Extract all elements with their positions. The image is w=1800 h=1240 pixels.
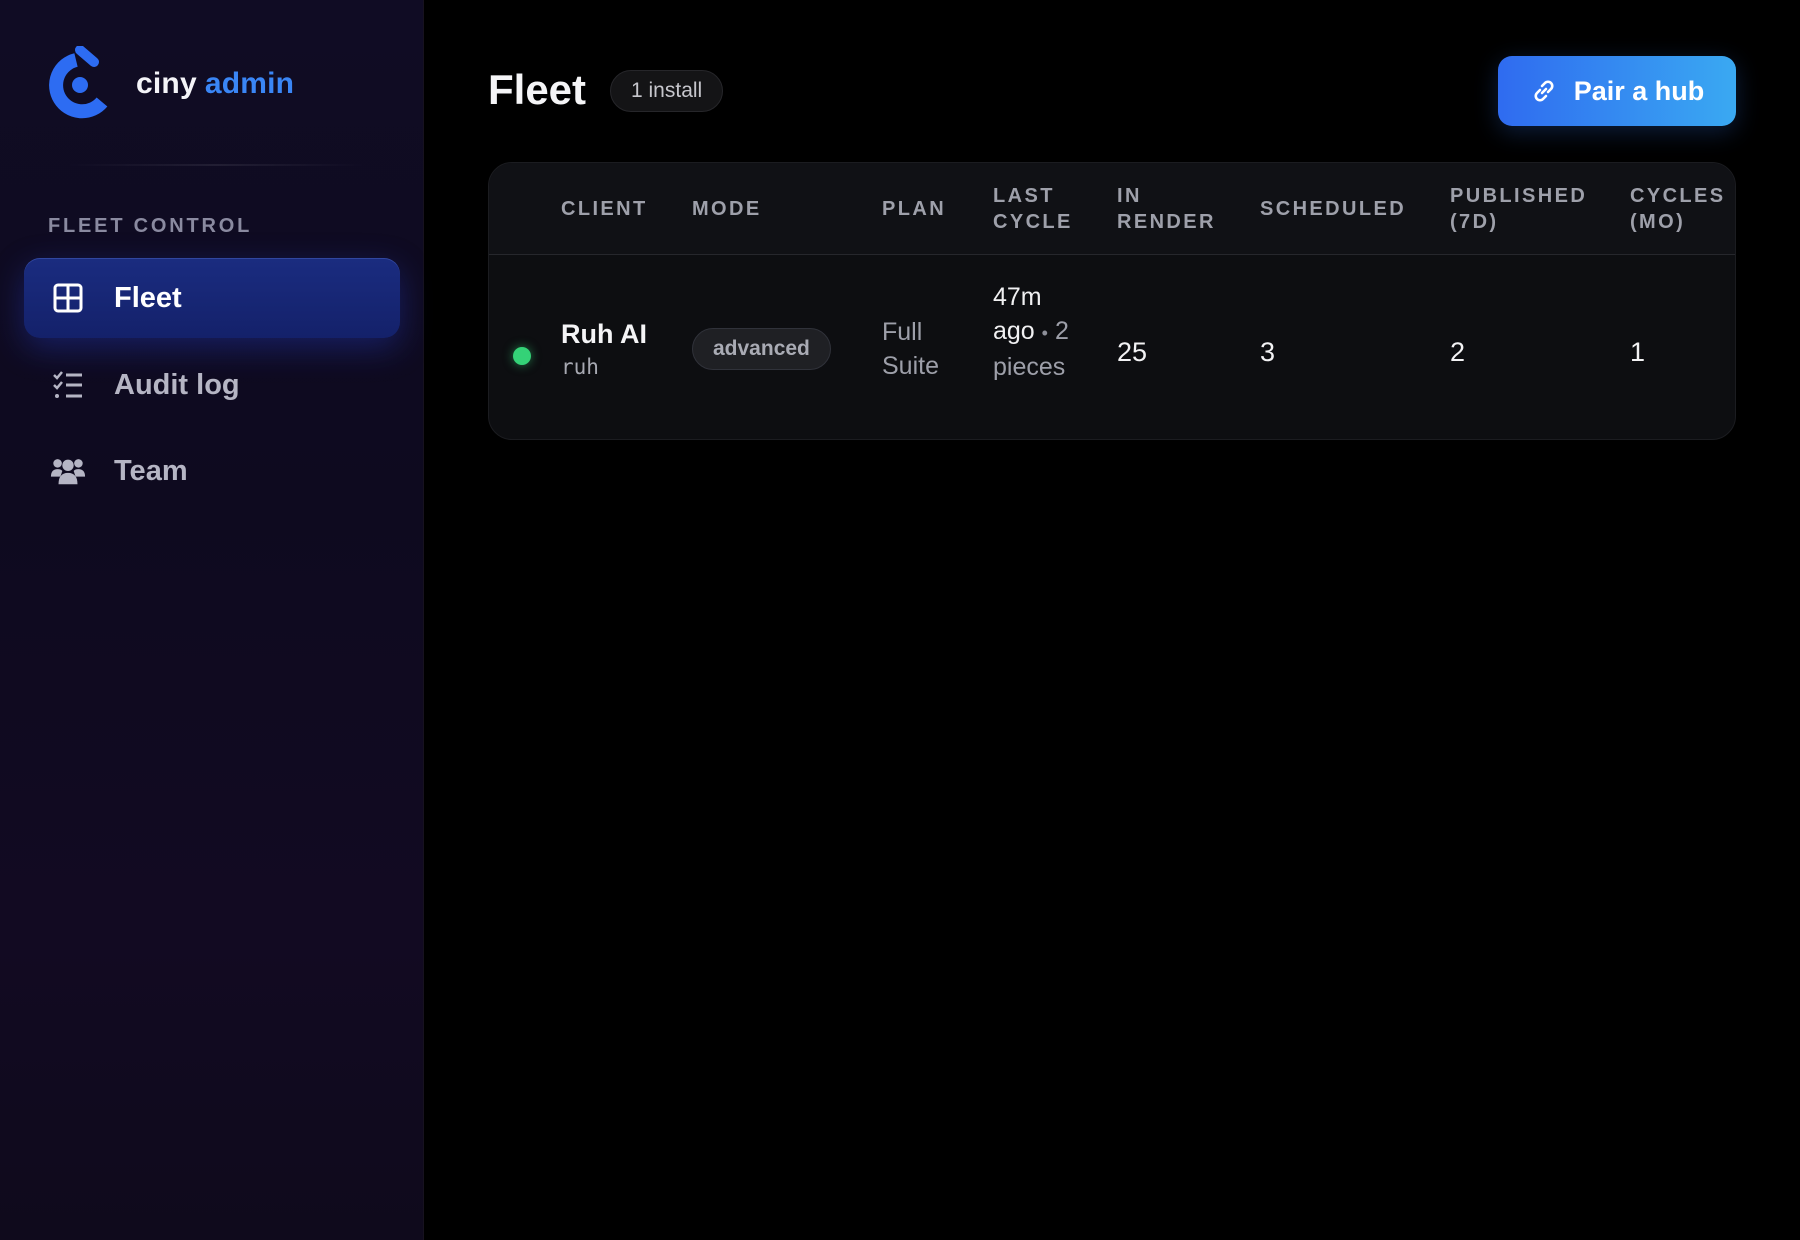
main-content: Fleet 1 install Pair a hub CLIENT MODE P… [424,0,1800,1240]
client-slug: ruh [561,355,599,379]
grid-icon [50,280,86,316]
scheduled-value: 3 [1260,337,1276,367]
sidebar-item-fleet[interactable]: Fleet [24,258,400,338]
column-header-client[interactable]: CLIENT [561,196,648,222]
last-cycle-time: 47m ago [993,283,1042,345]
users-icon [50,453,86,489]
published-7d-value: 2 [1450,337,1466,367]
sidebar: cinyadmin FLEET CONTROL Fleet Audit log [0,0,424,1240]
client-name: Ruh AI [561,319,647,349]
install-count-badge: 1 install [610,70,724,112]
column-header-scheduled[interactable]: SCHEDULED [1260,196,1406,222]
page-title: Fleet [488,66,587,113]
last-cycle-separator: • [1041,323,1048,343]
column-header-mode[interactable]: MODE [692,196,762,222]
sidebar-item-team[interactable]: Team [24,431,400,511]
table-header: CLIENT MODE PLAN LAST CYCLE IN RENDER SC… [489,163,1735,255]
mode-badge: advanced [692,328,831,370]
brand-name-part2: admin [204,67,295,100]
sidebar-item-label: Fleet [114,281,182,314]
status-online-indicator [513,347,531,365]
column-header-plan[interactable]: PLAN [882,196,946,222]
in-render-value: 25 [1117,337,1148,367]
sidebar-item-label: Audit log [114,368,240,401]
pair-hub-button[interactable]: Pair a hub [1498,56,1736,126]
link-icon [1530,77,1558,105]
column-header-cycles-mo[interactable]: CYCLES (MO) [1630,183,1730,235]
brand-name: ciny admin [136,67,294,101]
table-row[interactable]: Ruh AI ruh advanced Full Suite 47m ago •… [489,255,1735,439]
fleet-table: CLIENT MODE PLAN LAST CYCLE IN RENDER SC… [488,162,1736,440]
sidebar-item-label: Team [114,454,188,487]
column-header-last-cycle[interactable]: LAST CYCLE [993,183,1073,235]
column-header-in-render[interactable]: IN RENDER [1117,183,1217,235]
sidebar-item-audit-log[interactable]: Audit log [24,345,400,425]
checklist-icon [50,367,86,403]
last-cycle-value: 47m ago • 2 pieces [993,280,1083,384]
cycles-mo-value: 1 [1630,337,1646,367]
ciny-logo-icon [49,46,108,119]
pair-hub-button-label: Pair a hub [1573,75,1705,106]
brand[interactable]: ciny admin [40,46,294,122]
sidebar-divider [66,164,366,166]
plan-value: Full Suite [882,318,939,380]
column-header-published-7d[interactable]: PUBLISHED (7D) [1450,183,1590,235]
sidebar-section-label: FLEET CONTROL [48,215,253,237]
brand-name-part1: ciny [136,67,197,100]
